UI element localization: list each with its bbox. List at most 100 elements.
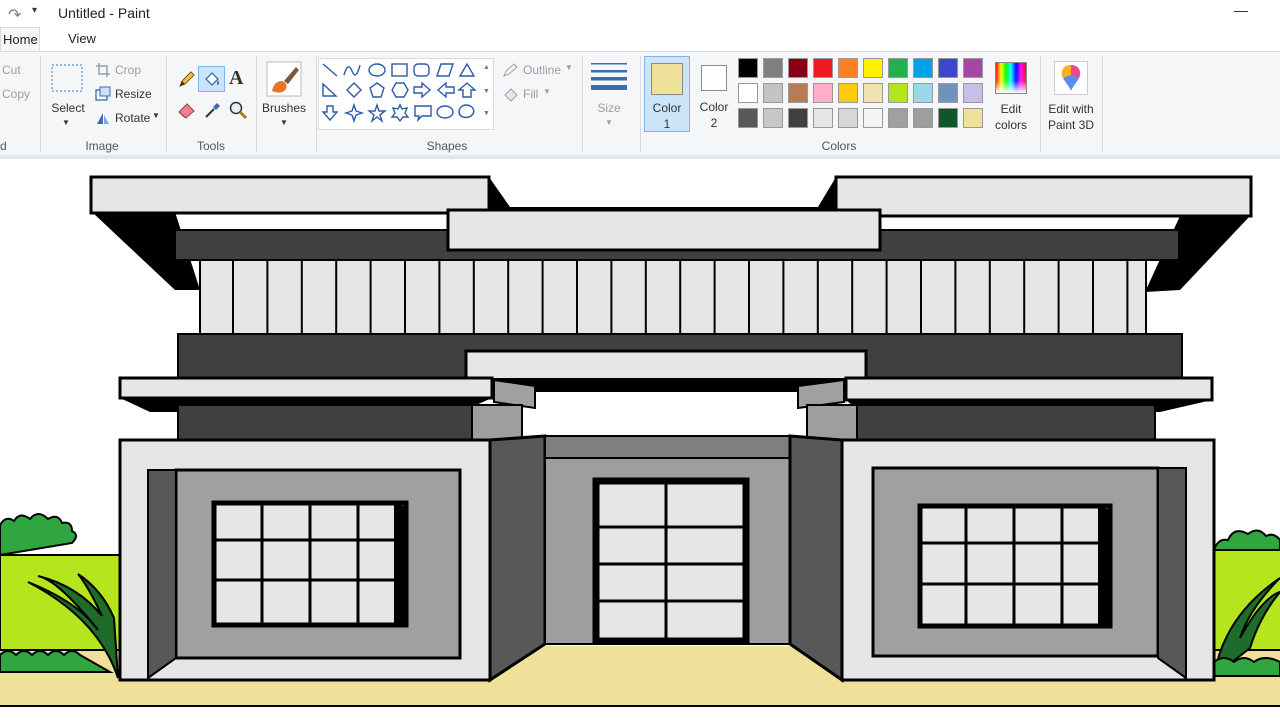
select-label: Select — [51, 101, 85, 115]
right-window — [917, 503, 1113, 629]
chevron-down-icon: ▼ — [605, 118, 613, 127]
shapes-gallery-icons[interactable] — [320, 61, 480, 127]
ribbon-tabs: Home View — [0, 27, 1280, 51]
palette-swatch[interactable] — [938, 58, 958, 78]
drawing-canvas[interactable] — [0, 159, 1280, 720]
palette-swatch[interactable] — [838, 58, 858, 78]
palette-swatch[interactable] — [863, 108, 883, 128]
palette-swatch[interactable] — [813, 108, 833, 128]
divider — [40, 56, 41, 152]
size-label: Size — [597, 101, 621, 115]
palette-swatch[interactable] — [738, 58, 758, 78]
palette-swatch[interactable] — [813, 58, 833, 78]
select-rectangle-icon — [51, 64, 83, 92]
color2-button[interactable]: Color 2 — [692, 56, 736, 132]
crop-button[interactable]: Crop — [115, 63, 141, 77]
palette-swatch[interactable] — [788, 108, 808, 128]
palette-swatch[interactable] — [763, 108, 783, 128]
palette-swatch[interactable] — [763, 58, 783, 78]
size-button[interactable]: Size ▼ — [586, 58, 632, 130]
rotate-button[interactable]: Rotate — [115, 111, 150, 125]
tab-home[interactable]: Home — [0, 27, 40, 51]
tab-view[interactable]: View — [64, 27, 100, 51]
brush-icon — [266, 61, 302, 97]
rotate-icon — [97, 113, 109, 124]
rotate-chevron-icon[interactable]: ▼ — [152, 111, 160, 120]
palette-swatch[interactable] — [963, 83, 983, 103]
pencil-icon[interactable] — [177, 69, 197, 89]
palette-swatch[interactable] — [788, 58, 808, 78]
house-drawing — [0, 175, 1280, 707]
palette-swatch[interactable] — [838, 108, 858, 128]
edit-colors-button[interactable]: Edit colors — [990, 58, 1032, 132]
outline-button[interactable]: Outline — [523, 63, 561, 77]
palette-swatch[interactable] — [763, 83, 783, 103]
palette-swatch[interactable] — [938, 83, 958, 103]
palette-swatch[interactable] — [788, 83, 808, 103]
colors-group-label: Colors — [821, 139, 857, 153]
palette-swatch[interactable] — [838, 83, 858, 103]
resize-icon — [95, 86, 111, 101]
cut-button[interactable]: Cut — [2, 63, 21, 77]
edit-colors-label-2: colors — [994, 118, 1027, 132]
palette-swatch[interactable] — [963, 108, 983, 128]
color-spectrum-icon — [995, 62, 1027, 94]
roof-left — [89, 175, 491, 215]
paint3d-icon — [1054, 61, 1088, 95]
title-bar: ↷ ▾ Untitled - Paint — — [0, 0, 1280, 27]
eraser-icon[interactable] — [177, 100, 197, 120]
window-title: Untitled - Paint — [58, 5, 150, 21]
magnifier-icon[interactable] — [228, 100, 248, 120]
brushes-button[interactable]: Brushes ▼ — [260, 58, 308, 130]
fill-chevron-icon[interactable]: ▼ — [543, 87, 551, 96]
color1-number: 1 — [663, 117, 671, 131]
divider — [1102, 56, 1103, 152]
color-palette — [738, 58, 988, 132]
divider — [1040, 56, 1041, 152]
palette-swatch[interactable] — [963, 58, 983, 78]
paint3d-label-1: Edit with — [1048, 102, 1094, 116]
divider — [640, 56, 641, 152]
palette-swatch[interactable] — [888, 58, 908, 78]
chevron-down-icon: ▼ — [62, 118, 70, 127]
scroll-up-icon[interactable]: ▲ — [483, 64, 490, 71]
select-button[interactable]: Select ▼ — [46, 58, 90, 130]
palette-swatch[interactable] — [863, 83, 883, 103]
color2-swatch — [701, 65, 727, 91]
palette-swatch[interactable] — [913, 58, 933, 78]
palette-swatch[interactable] — [813, 83, 833, 103]
divider — [256, 56, 257, 152]
edit-with-paint3d-button[interactable]: Edit with Paint 3D — [1042, 58, 1100, 132]
outline-icon — [503, 63, 518, 77]
palette-swatch[interactable] — [913, 83, 933, 103]
color2-label: Color — [699, 100, 729, 114]
palette-swatch[interactable] — [913, 108, 933, 128]
redo-icon[interactable]: ↷ — [8, 5, 26, 24]
outline-chevron-icon[interactable]: ▼ — [565, 63, 573, 72]
left-window — [211, 500, 409, 628]
palette-swatch[interactable] — [863, 58, 883, 78]
quick-access-dropdown-icon[interactable]: ▾ — [32, 5, 37, 16]
tools-group-label: Tools — [196, 139, 225, 153]
upper-wall — [199, 259, 1147, 335]
palette-swatch[interactable] — [888, 108, 908, 128]
fill-button[interactable]: Fill — [523, 87, 538, 101]
palette-swatch[interactable] — [738, 83, 758, 103]
divider — [582, 56, 583, 152]
palette-swatch[interactable] — [888, 83, 908, 103]
fill-bucket-icon — [205, 72, 219, 86]
clipboard-group-label: d — [0, 139, 7, 153]
color-picker-icon[interactable] — [203, 100, 223, 120]
palette-swatch[interactable] — [738, 108, 758, 128]
text-tool-icon[interactable]: A — [229, 67, 243, 90]
resize-button[interactable]: Resize — [115, 87, 152, 101]
minimize-button[interactable]: — — [1234, 2, 1248, 18]
palette-swatch[interactable] — [938, 108, 958, 128]
shapes-group-label: Shapes — [426, 139, 468, 153]
roof-center — [446, 208, 882, 252]
scroll-down-icon[interactable]: ▼ — [483, 88, 490, 95]
copy-button[interactable]: Copy — [2, 87, 30, 101]
paint3d-label-2: Paint 3D — [1047, 118, 1095, 132]
color1-button[interactable]: Color 1 — [644, 56, 690, 132]
gallery-expand-icon[interactable]: ▼ — [483, 110, 490, 117]
